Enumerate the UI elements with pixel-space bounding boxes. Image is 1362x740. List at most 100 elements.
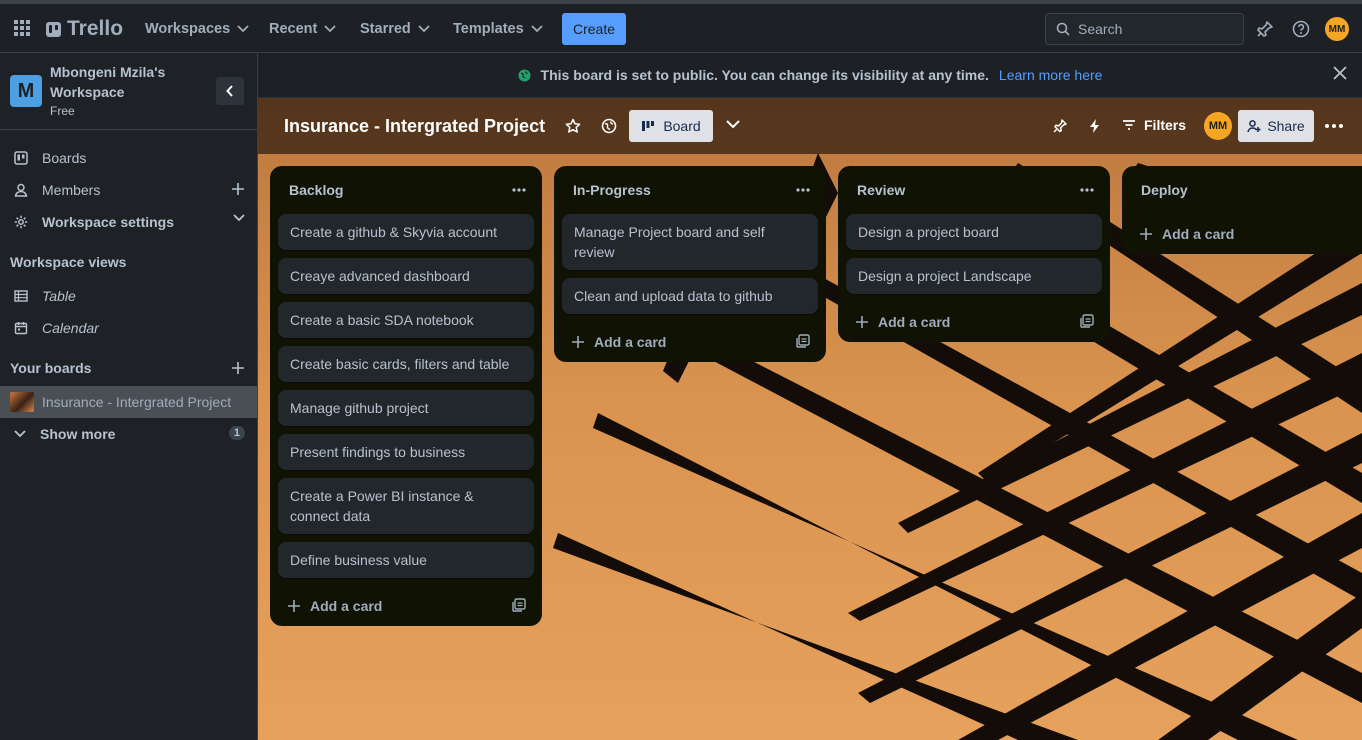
chevron-down-icon — [531, 25, 543, 33]
add-member-icon[interactable] — [231, 182, 245, 196]
recent-menu[interactable]: Recent — [269, 16, 336, 42]
card[interactable]: Manage Project board and self review — [562, 214, 818, 270]
plus-icon — [855, 315, 869, 329]
sidebar-item-table[interactable]: Table — [0, 280, 257, 312]
add-card-button[interactable]: Add a card — [278, 586, 534, 626]
table-icon — [14, 289, 28, 303]
list-header: Review — [846, 166, 1102, 214]
chevron-down-icon — [237, 25, 249, 33]
show-more-label: Show more — [40, 426, 116, 442]
sidebar-item-label: Workspace settings — [42, 214, 175, 230]
add-card-button[interactable]: Add a card — [562, 322, 818, 362]
templates-menu-label: Templates — [453, 21, 524, 37]
card[interactable]: Design a project Landscape — [846, 258, 1102, 294]
board-view-button[interactable]: Board — [629, 110, 713, 142]
workspace-sidebar: M Mbongeni Mzila's Workspace Free Boards… — [0, 53, 258, 740]
card-template-icon[interactable] — [1080, 314, 1094, 328]
help-icon[interactable] — [1292, 20, 1310, 38]
card[interactable]: Create a basic SDA notebook — [278, 302, 534, 338]
search-box[interactable] — [1045, 13, 1244, 45]
card[interactable]: Manage github project — [278, 390, 534, 426]
list-title[interactable]: Backlog — [289, 182, 343, 198]
list-title[interactable]: Review — [857, 182, 905, 198]
sidebar-board-label: Insurance - Intergrated Project — [42, 394, 232, 410]
globe-icon — [518, 69, 531, 82]
list-title[interactable]: Deploy — [1141, 182, 1188, 198]
starred-menu[interactable]: Starred — [360, 16, 430, 42]
list-menu-icon[interactable] — [796, 180, 810, 200]
sidebar-board-insurance[interactable]: Insurance - Intergrated Project — [0, 386, 257, 418]
share-button[interactable]: Share — [1238, 110, 1314, 142]
add-card-button[interactable]: Add a card — [1130, 214, 1354, 254]
sidebar-item-workspace-settings[interactable]: Workspace settings — [0, 206, 257, 238]
collapse-sidebar-button[interactable] — [216, 77, 244, 105]
card[interactable]: Design a project board — [846, 214, 1102, 250]
more-options-icon[interactable] — [1325, 124, 1343, 128]
logo-text: Trello — [67, 17, 124, 40]
board-title[interactable]: Insurance - Intergrated Project — [284, 116, 545, 137]
star-icon[interactable] — [565, 118, 581, 134]
app-switcher-icon[interactable] — [12, 18, 32, 38]
user-avatar[interactable]: MM — [1325, 17, 1349, 41]
visibility-banner: This board is set to public. You can cha… — [258, 53, 1362, 98]
create-button[interactable]: Create — [562, 13, 626, 45]
power-ups-icon[interactable] — [1052, 118, 1068, 134]
learn-more-link[interactable]: Learn more here — [999, 67, 1103, 83]
filters-button[interactable]: Filters — [1122, 117, 1186, 133]
show-more-boards[interactable]: Show more 1 — [0, 418, 257, 450]
plus-icon — [287, 599, 301, 613]
list-review: Review Design a project board Design a p… — [838, 166, 1110, 342]
board-canvas: This board is set to public. You can cha… — [258, 53, 1362, 740]
sidebar-item-label: Table — [42, 288, 76, 304]
person-icon — [14, 183, 28, 197]
workspace-name[interactable]: Mbongeni Mzila's Workspace — [50, 62, 200, 102]
list-title[interactable]: In-Progress — [573, 182, 651, 198]
visibility-globe-icon[interactable] — [601, 118, 617, 134]
close-icon[interactable] — [1332, 65, 1348, 81]
card[interactable]: Create a github & Skyvia account — [278, 214, 534, 250]
sidebar-item-calendar[interactable]: Calendar — [0, 312, 257, 344]
share-label: Share — [1267, 118, 1305, 134]
top-navigation-bar: Trello Workspaces Recent Starred Templat… — [0, 0, 1362, 53]
sidebar-item-label: Calendar — [42, 320, 99, 336]
list-menu-icon[interactable] — [1080, 180, 1094, 200]
card-template-icon[interactable] — [796, 334, 810, 348]
card-template-icon[interactable] — [512, 598, 526, 612]
show-more-count: 1 — [228, 426, 245, 440]
board-view-icon — [641, 120, 655, 132]
plus-icon — [571, 335, 585, 349]
list-deploy: Deploy Add a card — [1122, 166, 1362, 254]
add-board-icon[interactable] — [231, 361, 245, 375]
filter-icon — [1122, 119, 1136, 131]
notifications-icon[interactable] — [1256, 20, 1274, 38]
workspaces-menu[interactable]: Workspaces — [145, 16, 249, 42]
card[interactable]: Create a Power BI instance & connect dat… — [278, 478, 534, 534]
board-member-avatar[interactable]: MM — [1204, 112, 1232, 140]
card[interactable]: Present findings to business — [278, 434, 534, 470]
card[interactable]: Define business value — [278, 542, 534, 578]
sidebar-item-members[interactable]: Members — [0, 174, 257, 206]
list-header: In-Progress — [562, 166, 818, 214]
sidebar-item-boards[interactable]: Boards — [0, 142, 257, 174]
views-chevron-down-icon[interactable] — [726, 120, 740, 129]
templates-menu[interactable]: Templates — [453, 16, 543, 42]
card[interactable]: Creaye advanced dashboard — [278, 258, 534, 294]
sidebar-item-label: Boards — [42, 150, 87, 166]
list-menu-icon[interactable] — [512, 180, 526, 200]
board-thumbnail — [10, 392, 34, 412]
trello-logo[interactable]: Trello — [46, 17, 123, 41]
list-header: Backlog — [278, 166, 534, 214]
add-card-button[interactable]: Add a card — [846, 302, 1102, 342]
card[interactable]: Clean and upload data to github — [562, 278, 818, 314]
card[interactable]: Create basic cards, filters and table — [278, 346, 534, 382]
your-boards-heading: Your boards — [10, 360, 92, 376]
list-backlog: Backlog Create a github & Skyvia account… — [270, 166, 542, 626]
search-input[interactable] — [1078, 21, 1228, 37]
automation-icon[interactable] — [1088, 118, 1102, 134]
list-in-progress: In-Progress Manage Project board and sel… — [554, 166, 826, 362]
workspace-logo[interactable]: M — [10, 75, 42, 107]
chevron-down-icon — [233, 214, 245, 222]
add-person-icon — [1247, 119, 1261, 133]
chevron-left-icon — [226, 85, 234, 97]
recent-menu-label: Recent — [269, 21, 318, 37]
